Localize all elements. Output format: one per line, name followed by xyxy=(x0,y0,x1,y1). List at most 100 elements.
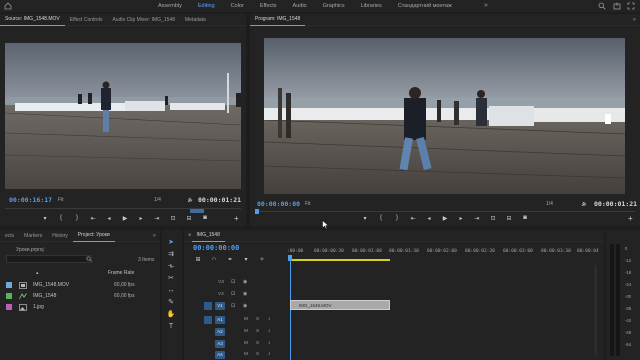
mute-button[interactable]: M xyxy=(244,317,248,322)
work-area-bar[interactable] xyxy=(290,259,390,261)
project-item-row[interactable]: IMG_1548.MOV 60,00 fps xyxy=(6,280,176,290)
tab-sequence[interactable]: IMG_1548 xyxy=(191,229,225,242)
toggle-sync-lock-icon[interactable]: ⊡ xyxy=(231,303,235,309)
workspace-tab-standard-edit[interactable]: Стандартний монтаж xyxy=(390,0,460,12)
linked-selection-icon[interactable]: ⚭ xyxy=(225,255,235,263)
nest-icon[interactable]: ⊞ xyxy=(193,255,203,263)
microphone-icon[interactable]: ♪ xyxy=(268,351,271,357)
mark-out-icon[interactable]: } xyxy=(392,214,402,222)
project-item-row[interactable]: IMG_1548 60,00 fps xyxy=(6,291,176,301)
workspace-tab-effects[interactable]: Effects xyxy=(252,0,285,12)
razor-tool-icon[interactable]: ✂ xyxy=(166,274,176,284)
tab-effects[interactable]: ects xyxy=(0,230,19,242)
track-target-a4[interactable]: A4 xyxy=(215,351,225,359)
snap-icon[interactable]: ∩ xyxy=(209,255,219,263)
add-marker-icon[interactable]: ▾ xyxy=(40,214,50,222)
track-target-a2[interactable]: A2 xyxy=(215,328,225,336)
go-to-in-icon[interactable]: ⇤ xyxy=(88,214,98,222)
export-frame-icon[interactable]: ◙ xyxy=(520,214,530,222)
go-to-in-icon[interactable]: ⇤ xyxy=(408,214,418,222)
tab-markers[interactable]: Markers xyxy=(19,230,47,242)
mute-button[interactable]: M xyxy=(244,341,248,346)
hand-tool-icon[interactable]: ✋ xyxy=(166,310,176,320)
timeline-scrollbar[interactable] xyxy=(594,265,597,355)
tab-audio-clip-mixer[interactable]: Audio Clip Mixer: IMG_1548 xyxy=(107,14,180,26)
program-current-timecode[interactable]: 00:00:00:00 xyxy=(257,200,300,208)
project-panel-menu-icon[interactable]: » xyxy=(153,230,156,242)
track-name-v2[interactable]: V2 xyxy=(218,292,224,297)
extract-icon[interactable]: ⊟ xyxy=(504,214,514,222)
play-icon[interactable]: ▶ xyxy=(120,214,130,222)
workspace-tab-graphics[interactable]: Graphics xyxy=(315,0,353,12)
search-icon[interactable] xyxy=(598,2,606,10)
eye-icon[interactable]: ◉ xyxy=(243,279,247,285)
add-marker-icon[interactable]: ▾ xyxy=(360,214,370,222)
insert-icon[interactable]: ⊡ xyxy=(168,214,178,222)
microphone-icon[interactable]: ♪ xyxy=(268,316,271,322)
label-color-chip[interactable] xyxy=(6,304,12,310)
tab-effect-controls[interactable]: Effect Controls xyxy=(65,14,108,26)
eye-icon[interactable]: ◉ xyxy=(243,303,247,309)
solo-button[interactable]: S xyxy=(256,352,259,357)
wrench-icon[interactable] xyxy=(581,201,587,207)
frame-rate-column-header[interactable]: Frame Rate xyxy=(108,270,134,276)
quick-export-icon[interactable] xyxy=(613,2,621,10)
ripple-edit-tool-icon[interactable]: ⟛ xyxy=(166,262,176,272)
project-item-row[interactable]: 1.jpg xyxy=(6,302,176,312)
go-to-out-icon[interactable]: ⇥ xyxy=(472,214,482,222)
tab-metadata[interactable]: Metadata xyxy=(180,14,211,26)
track-target-v1[interactable]: V1 xyxy=(215,302,225,310)
tab-project[interactable]: Project: Уроки xyxy=(72,229,115,242)
source-add-button-icon[interactable]: + xyxy=(234,214,239,223)
mute-button[interactable]: M xyxy=(244,329,248,334)
step-back-icon[interactable]: ◂ xyxy=(424,214,434,222)
workspace-tab-editing[interactable]: Editing xyxy=(190,0,223,12)
go-to-out-icon[interactable]: ⇥ xyxy=(152,214,162,222)
timeline-settings-icon[interactable]: ✧ xyxy=(257,255,267,263)
source-current-timecode[interactable]: 00:00:16:17 xyxy=(9,196,52,204)
eye-icon[interactable]: ◉ xyxy=(243,291,247,297)
step-forward-icon[interactable]: ▸ xyxy=(136,214,146,222)
slip-tool-icon[interactable]: ↔ xyxy=(166,286,176,296)
workspace-tab-libraries[interactable]: Libraries xyxy=(353,0,390,12)
step-forward-icon[interactable]: ▸ xyxy=(456,214,466,222)
program-fit-dropdown[interactable]: Fit xyxy=(305,201,311,207)
label-color-chip[interactable] xyxy=(6,282,12,288)
fullscreen-icon[interactable] xyxy=(627,2,635,10)
source-in-out-range[interactable] xyxy=(190,209,204,213)
source-fit-dropdown[interactable]: Fit xyxy=(58,197,64,203)
workspace-tab-assembly[interactable]: Assembly xyxy=(150,0,190,12)
mark-out-icon[interactable]: } xyxy=(72,214,82,222)
play-icon[interactable]: ▶ xyxy=(440,214,450,222)
solo-button[interactable]: S xyxy=(256,317,259,322)
mark-in-icon[interactable]: { xyxy=(56,214,66,222)
export-frame-icon[interactable]: ◙ xyxy=(200,214,210,222)
workspace-more-button[interactable]: » xyxy=(484,0,488,12)
wrench-icon[interactable] xyxy=(187,197,193,203)
source-patch-a1[interactable] xyxy=(204,316,212,324)
pen-tool-icon[interactable]: ✎ xyxy=(166,298,176,308)
type-tool-icon[interactable]: T xyxy=(166,322,176,332)
program-panel-menu-icon[interactable]: » xyxy=(633,14,636,26)
solo-button[interactable]: S xyxy=(256,329,259,334)
solo-button[interactable]: S xyxy=(256,341,259,346)
toggle-sync-lock-icon[interactable]: ⊡ xyxy=(231,291,235,297)
mark-in-icon[interactable]: { xyxy=(376,214,386,222)
source-resolution-dropdown[interactable]: 1/4 xyxy=(154,197,161,203)
track-target-a1[interactable]: A1 xyxy=(215,316,225,324)
source-patch-v1[interactable] xyxy=(204,302,212,310)
tab-history[interactable]: History xyxy=(47,230,73,242)
program-resolution-dropdown[interactable]: 1/4 xyxy=(546,201,553,207)
workspace-tab-color[interactable]: Color xyxy=(223,0,252,12)
workspace-tab-audio[interactable]: Audio xyxy=(285,0,315,12)
selection-tool-icon[interactable]: ➤ xyxy=(166,238,176,248)
microphone-icon[interactable]: ♪ xyxy=(268,328,271,334)
track-name-v3[interactable]: V3 xyxy=(218,280,224,285)
name-column-sort-icon[interactable]: ▴ xyxy=(36,270,39,276)
microphone-icon[interactable]: ♪ xyxy=(268,340,271,346)
video-clip[interactable]: IMG_1548.MOV xyxy=(290,300,390,310)
program-add-button-icon[interactable]: + xyxy=(628,214,633,223)
step-back-icon[interactable]: ◂ xyxy=(104,214,114,222)
home-icon[interactable] xyxy=(4,2,12,10)
label-color-chip[interactable] xyxy=(6,293,12,299)
